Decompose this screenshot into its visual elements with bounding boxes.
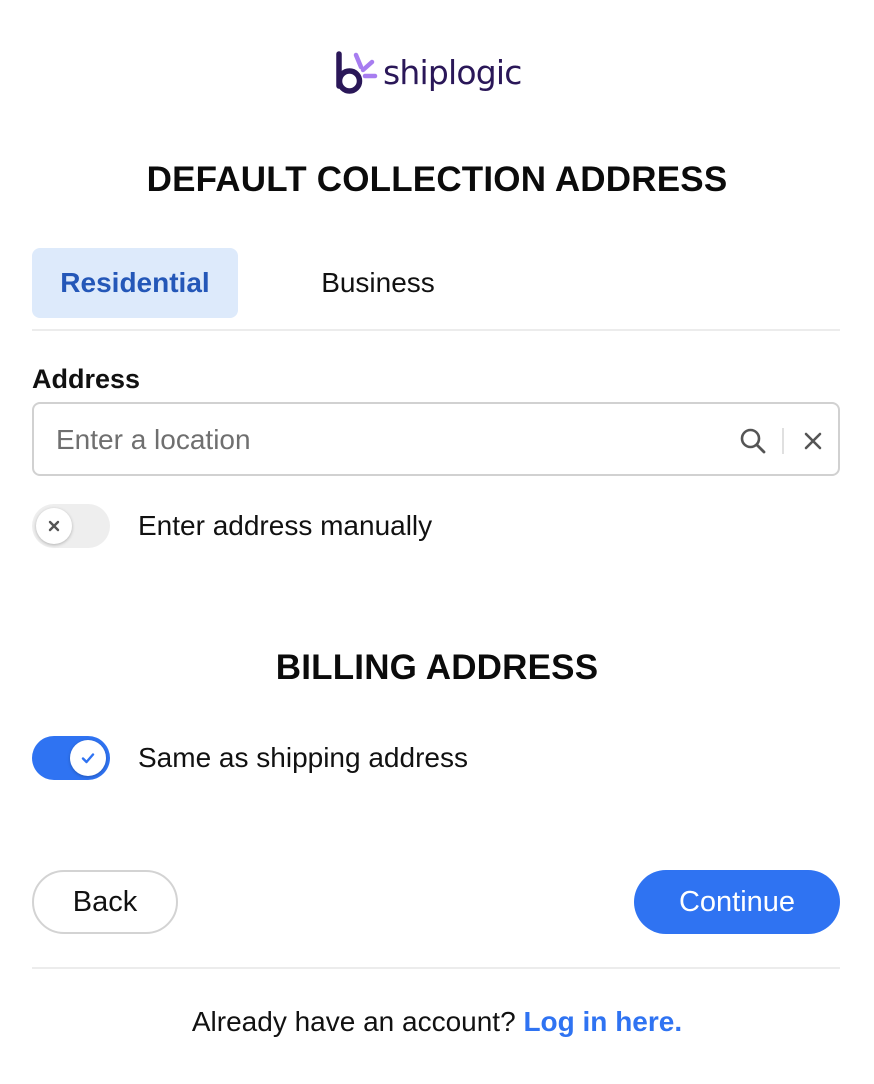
check-icon	[81, 753, 95, 764]
address-label: Address	[32, 364, 141, 394]
back-button[interactable]: Back	[32, 870, 178, 934]
collection-address-heading: DEFAULT COLLECTION ADDRESS	[146, 160, 728, 199]
login-prompt: Already have an account? Log in here.	[0, 1006, 874, 1038]
login-prompt-text: Already have an account?	[191, 1006, 516, 1037]
toggle-knob	[70, 740, 106, 776]
x-icon	[48, 520, 60, 532]
manual-address-label: Enter address manually	[138, 510, 433, 541]
footer-divider	[32, 967, 840, 969]
tabs-divider	[32, 329, 840, 331]
brand-name: shiplogic	[383, 52, 522, 92]
search-icon[interactable]	[738, 426, 768, 456]
billing-address-heading: BILLING ADDRESS	[275, 648, 599, 687]
close-icon[interactable]	[800, 428, 826, 454]
manual-address-toggle[interactable]	[32, 504, 110, 548]
continue-button[interactable]: Continue	[634, 870, 840, 934]
same-as-shipping-label: Same as shipping address	[138, 742, 468, 773]
tab-business[interactable]: Business	[280, 248, 476, 318]
brand-logo: shiplogic	[330, 48, 522, 98]
toggle-knob	[36, 508, 72, 544]
address-field	[32, 402, 840, 476]
address-input[interactable]	[56, 418, 716, 462]
tab-residential[interactable]: Residential	[32, 248, 238, 318]
logo-icon	[336, 51, 378, 94]
same-as-shipping-toggle[interactable]	[32, 736, 110, 780]
login-link[interactable]: Log in here.	[523, 1006, 682, 1037]
input-separator	[782, 428, 784, 454]
